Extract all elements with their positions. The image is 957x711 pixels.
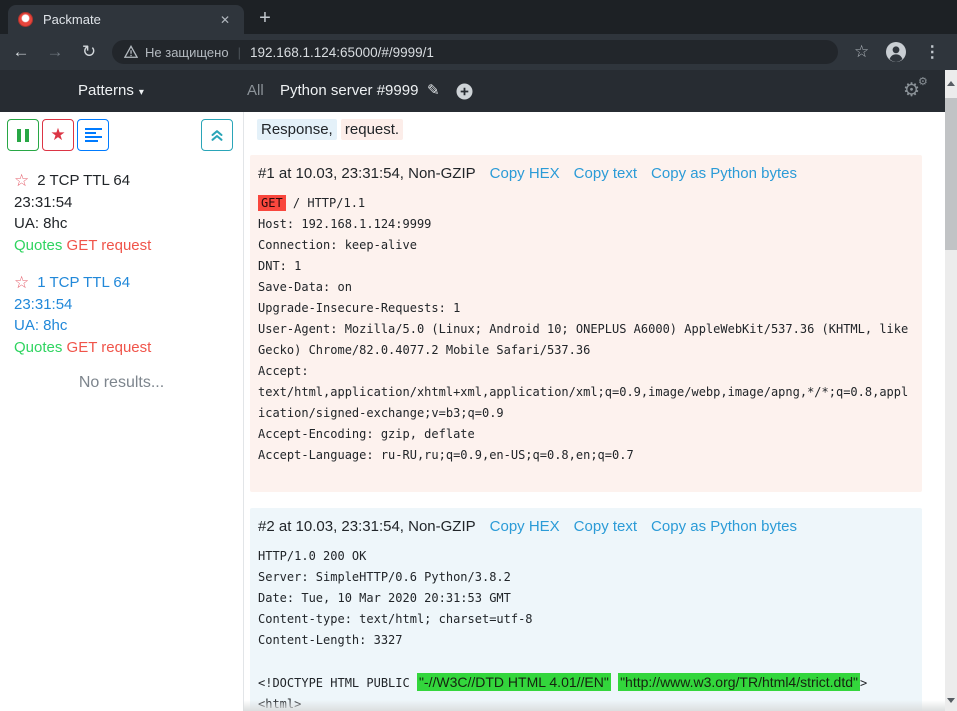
patterns-dropdown[interactable]: Patterns ▾ bbox=[78, 70, 144, 112]
settings-gears-icon[interactable]: ⚙ ⚙ bbox=[903, 70, 935, 112]
reload-icon[interactable]: ↻ bbox=[76, 42, 102, 62]
highlight-match: "-//W3C//DTD HTML 4.01//EN" bbox=[417, 673, 611, 691]
packet-body: HTTP/1.0 200 OK Server: SimpleHTTP/0.6 P… bbox=[258, 546, 914, 711]
stream-item-title: 1 TCP TTL 64 bbox=[37, 272, 130, 294]
pause-icon bbox=[17, 129, 21, 142]
stream-item-ua: UA: 8hc bbox=[14, 213, 231, 235]
not-secure-warning-icon bbox=[124, 45, 138, 59]
stream-tag: Quotes bbox=[14, 237, 62, 254]
list-icon bbox=[85, 132, 96, 134]
stream-tag: GET request bbox=[67, 339, 152, 356]
stream-item-tags: Quotes GET request bbox=[14, 235, 231, 257]
stream-item-time: 23:31:54 bbox=[14, 192, 231, 214]
stream-item-time: 23:31:54 bbox=[14, 294, 231, 316]
list-icon bbox=[85, 140, 98, 142]
no-results-label: No results... bbox=[0, 374, 243, 392]
close-tab-icon[interactable]: ✕ bbox=[216, 11, 234, 29]
back-icon[interactable]: ← bbox=[8, 42, 34, 62]
scroll-up-arrow-icon[interactable] bbox=[945, 76, 957, 90]
stream-tag: GET request bbox=[67, 237, 152, 254]
stream-star-icon[interactable]: ☆ bbox=[14, 170, 29, 192]
add-service-button[interactable] bbox=[456, 83, 473, 100]
copy-action-link[interactable]: Copy as Python bytes bbox=[651, 518, 797, 535]
packet-body: GET / HTTP/1.1 Host: 192.168.1.124:9999 … bbox=[258, 193, 914, 466]
copy-action-link[interactable]: Copy HEX bbox=[490, 165, 560, 182]
bookmark-star-icon[interactable]: ☆ bbox=[854, 42, 869, 62]
browser-toolbar: ← → ↻ Не защищено | 192.168.1.124:65000/… bbox=[0, 34, 957, 70]
packet-actions: Copy HEX Copy text Copy as Python bytes bbox=[476, 518, 797, 535]
list-view-button[interactable] bbox=[77, 119, 109, 151]
tab-service[interactable]: Python server #9999 bbox=[280, 70, 418, 112]
chevron-double-up-icon bbox=[209, 127, 225, 143]
scrollbar-thumb[interactable] bbox=[945, 98, 957, 250]
browser-menu-icon[interactable]: ⋮ bbox=[921, 42, 943, 62]
stream-list-item[interactable]: ☆ 2 TCP TTL 64 23:31:54 UA: 8hc Quotes G… bbox=[0, 168, 243, 256]
copy-action-link[interactable]: Copy HEX bbox=[490, 518, 560, 535]
security-label[interactable]: Не защищено bbox=[145, 45, 229, 60]
scroll-down-arrow-icon[interactable] bbox=[945, 693, 957, 707]
url-text[interactable]: 192.168.1.124:65000/#/9999/1 bbox=[250, 45, 434, 60]
edit-pencil-icon[interactable]: ✎ bbox=[427, 70, 440, 112]
patterns-label: Patterns bbox=[78, 82, 134, 99]
browser-tabstrip: Packmate ✕ + bbox=[0, 0, 957, 34]
copy-action-link[interactable]: Copy as Python bytes bbox=[651, 165, 797, 182]
stream-sidebar: ★ ☆ 2 TCP TTL 64 23:31:54 UA: 8hc Quotes… bbox=[0, 112, 243, 711]
app-header: Patterns ▾ All Python server #9999 ✎ ⚙ ⚙ bbox=[0, 70, 945, 112]
stream-star-icon[interactable]: ☆ bbox=[14, 272, 29, 294]
highlight-match: GET bbox=[258, 195, 286, 211]
caret-down-icon: ▾ bbox=[139, 87, 144, 98]
stream-list-item[interactable]: ☆ 1 TCP TTL 64 23:31:54 UA: 8hc Quotes G… bbox=[0, 270, 243, 358]
forward-icon[interactable]: → bbox=[42, 42, 68, 62]
profile-avatar-icon[interactable] bbox=[885, 41, 907, 63]
browser-tab[interactable]: Packmate ✕ bbox=[8, 5, 244, 34]
packet-card: #1 at 10.03, 23:31:54, Non-GZIPCopy HEXC… bbox=[250, 155, 922, 492]
stream-item-title: 2 TCP TTL 64 bbox=[37, 170, 130, 192]
vertical-scrollbar[interactable] bbox=[945, 70, 957, 711]
summary-term: request. bbox=[341, 119, 403, 140]
stream-item-tags: Quotes GET request bbox=[14, 337, 231, 359]
filter-summary: Response, request. bbox=[257, 119, 403, 141]
packet-title: #1 at 10.03, 23:31:54, Non-GZIP bbox=[258, 165, 476, 182]
collapse-sidebar-button[interactable] bbox=[201, 119, 233, 151]
new-tab-button[interactable]: + bbox=[252, 6, 278, 32]
list-icon bbox=[85, 128, 102, 130]
favorites-filter-button[interactable]: ★ bbox=[42, 119, 74, 151]
copy-action-link[interactable]: Copy text bbox=[574, 165, 637, 182]
copy-action-link[interactable]: Copy text bbox=[574, 518, 637, 535]
pause-icon bbox=[25, 129, 29, 142]
stream-tag: Quotes bbox=[14, 339, 62, 356]
star-icon: ★ bbox=[50, 125, 65, 145]
list-icon bbox=[85, 136, 102, 138]
packet-actions: Copy HEX Copy text Copy as Python bytes bbox=[476, 165, 797, 182]
stream-list: ☆ 2 TCP TTL 64 23:31:54 UA: 8hc Quotes G… bbox=[0, 168, 243, 358]
summary-term: Response, bbox=[257, 119, 337, 140]
pause-capture-button[interactable] bbox=[7, 119, 39, 151]
horizontal-scrollbar[interactable] bbox=[243, 700, 945, 711]
tab-title: Packmate bbox=[43, 12, 216, 27]
gear-small-icon: ⚙ bbox=[918, 75, 928, 88]
packet-card: #2 at 10.03, 23:31:54, Non-GZIPCopy HEXC… bbox=[250, 508, 922, 711]
packet-title: #2 at 10.03, 23:31:54, Non-GZIP bbox=[258, 518, 476, 535]
stream-item-ua: UA: 8hc bbox=[14, 315, 231, 337]
url-separator: | bbox=[238, 45, 241, 60]
packmate-favicon-icon bbox=[18, 12, 33, 27]
address-bar[interactable]: Не защищено | 192.168.1.124:65000/#/9999… bbox=[112, 40, 838, 64]
tab-all[interactable]: All bbox=[247, 70, 264, 112]
highlight-match: "http://www.w3.org/TR/html4/strict.dtd" bbox=[618, 673, 860, 691]
packet-view: Response, request. #1 at 10.03, 23:31:54… bbox=[244, 112, 945, 711]
